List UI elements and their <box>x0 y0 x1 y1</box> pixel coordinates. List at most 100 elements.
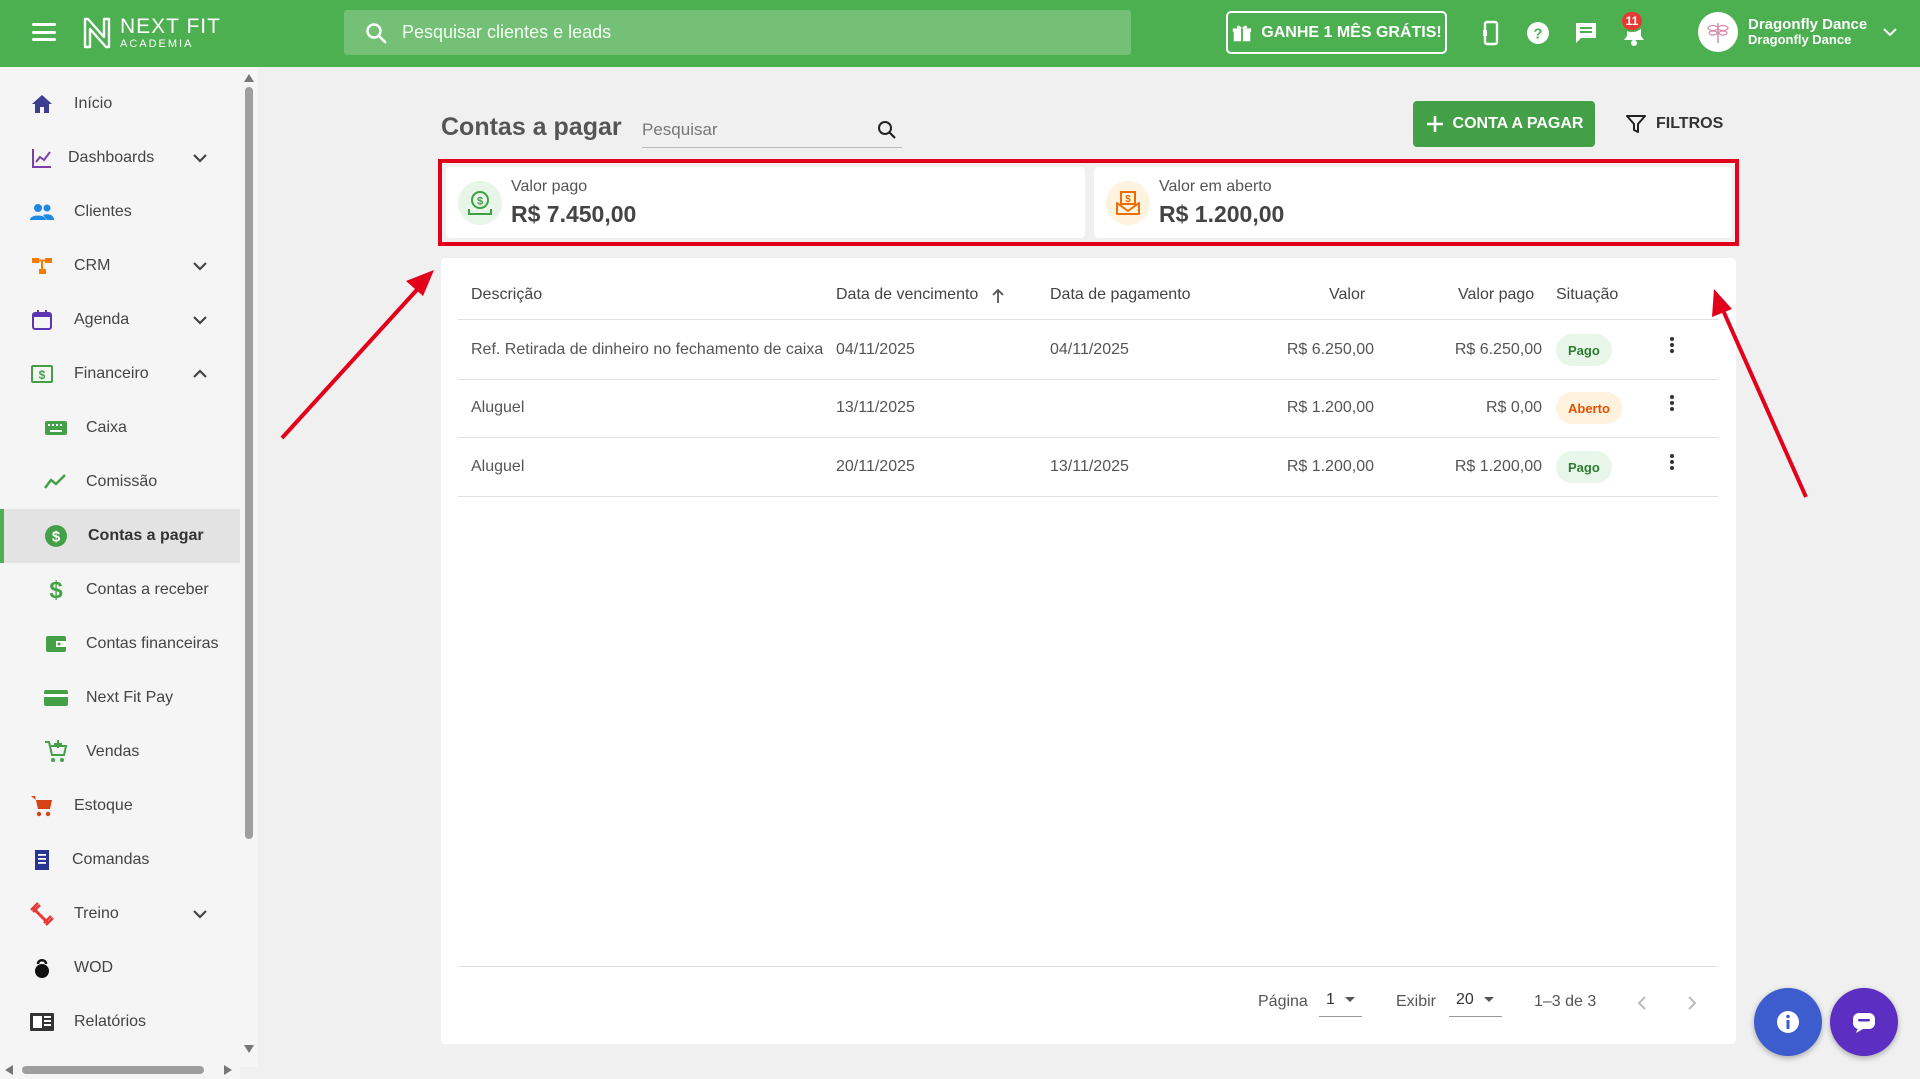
sidebar: Início Dashboards Clientes CRM Agenda $ … <box>0 67 240 1079</box>
page-search[interactable] <box>642 112 902 148</box>
show-label: Exibir <box>1396 993 1437 1010</box>
global-search[interactable] <box>344 10 1131 55</box>
chevron-left-icon[interactable] <box>1634 994 1650 1012</box>
search-icon[interactable] <box>876 119 898 141</box>
sidebar-item-label: CRM <box>74 257 111 274</box>
header-vencimento[interactable]: Data de vencimento <box>836 286 978 304</box>
sidebar-item-estoque[interactable]: Estoque <box>0 779 240 833</box>
cell-descricao: Ref. Retirada de dinheiro no fechamento … <box>471 341 824 358</box>
report-icon <box>28 1008 56 1036</box>
cell-valor-pago: R$ 1.200,00 <box>1454 458 1542 475</box>
info-fab[interactable] <box>1754 988 1822 1056</box>
logo[interactable]: NEXT FIT ACADEMIA <box>82 16 221 50</box>
header-valor[interactable]: Valor <box>1329 286 1365 304</box>
bills-table: Descrição Data de vencimento Data de pag… <box>441 258 1736 1044</box>
sidebar-item-label: Treino <box>74 905 119 922</box>
info-icon <box>1777 1011 1799 1033</box>
row-divider <box>458 379 1718 380</box>
sidebar-item-label: Caixa <box>86 419 127 436</box>
sidebar-item-next-fit-pay[interactable]: Next Fit Pay <box>0 671 240 725</box>
cell-pagamento: 13/11/2025 <box>1050 458 1129 475</box>
sidebar-item-clientes[interactable]: Clientes <box>0 185 240 239</box>
cell-pagamento: 04/11/2025 <box>1050 341 1129 358</box>
header-valor-pago[interactable]: Valor pago <box>1458 286 1534 304</box>
page-select[interactable]: 1 <box>1319 983 1362 1017</box>
promo-button[interactable]: GANHE 1 MÊS GRÁTIS! <box>1226 11 1447 54</box>
sidebar-scrollbar[interactable] <box>240 67 258 1067</box>
cell-vencimento: 04/11/2025 <box>836 341 915 358</box>
sidebar-item-wod[interactable]: WOD <box>0 941 240 995</box>
chevron-right-icon[interactable] <box>1684 994 1700 1012</box>
sidebar-item-contas-a-receber[interactable]: $ Contas a receber <box>0 563 240 617</box>
logo-sub: ACADEMIA <box>120 38 194 50</box>
chat-icon[interactable] <box>1571 18 1601 48</box>
page-label: Página <box>1258 993 1308 1010</box>
cell-descricao: Aluguel <box>471 458 525 475</box>
gift-icon <box>1233 25 1252 41</box>
status-badge: Aberto <box>1556 392 1622 424</box>
sidebar-item-contas-financeiras[interactable]: Contas financeiras <box>0 617 240 671</box>
page-size-value: 20 <box>1456 990 1474 1008</box>
trend-icon <box>42 468 70 496</box>
cart-icon <box>28 792 56 820</box>
top-bar: NEXT FIT ACADEMIA GANHE 1 MÊS GRÁTIS! ? … <box>0 0 1920 67</box>
header-situacao[interactable]: Situação <box>1556 286 1618 304</box>
cell-vencimento: 20/11/2025 <box>836 458 915 475</box>
sidebar-item-agenda[interactable]: Agenda <box>0 293 240 347</box>
sidebar-item-label: Agenda <box>74 311 130 328</box>
menu-icon[interactable] <box>30 20 58 44</box>
credit-card-icon <box>42 684 70 712</box>
sidebar-item-treino[interactable]: Treino <box>0 887 240 941</box>
sidebar-horizontal-scrollbar[interactable] <box>0 1060 240 1079</box>
sidebar-item-caixa[interactable]: Caixa <box>0 401 240 455</box>
sidebar-item-dashboards[interactable]: Dashboards <box>0 131 240 185</box>
sidebar-item-relatorios[interactable]: Relatórios <box>0 995 240 1049</box>
sidebar-item-label: Início <box>74 95 113 112</box>
chat-fab[interactable] <box>1830 988 1898 1056</box>
user-menu[interactable]: Dragonfly Dance Dragonfly Dance <box>1698 12 1899 52</box>
sidebar-item-crm[interactable]: CRM <box>0 239 240 293</box>
header-descricao[interactable]: Descrição <box>471 286 542 304</box>
wallet-icon <box>42 630 70 658</box>
dropdown-arrow-icon <box>1344 997 1355 1002</box>
scroll-down-icon[interactable] <box>244 1045 254 1053</box>
sidebar-item-comissao[interactable]: Comissão <box>0 455 240 509</box>
filter-button[interactable]: FILTROS <box>1624 106 1723 142</box>
scrollbar-thumb[interactable] <box>245 87 253 839</box>
header-divider <box>458 319 1718 320</box>
page-select-value: 1 <box>1326 990 1335 1008</box>
add-bill-label: CONTA A PAGAR <box>1452 115 1584 132</box>
sidebar-item-contas-a-pagar[interactable]: $ Contas a pagar <box>0 509 240 563</box>
sort-arrow-up-icon[interactable] <box>990 287 1006 305</box>
sidebar-item-inicio[interactable]: Início <box>0 77 240 131</box>
scroll-up-icon[interactable] <box>244 74 254 82</box>
sidebar-item-vendas[interactable]: Vendas <box>0 725 240 779</box>
scroll-right-icon[interactable] <box>224 1065 232 1075</box>
help-icon[interactable]: ? <box>1523 18 1553 48</box>
money-icon: $ <box>28 360 56 388</box>
scrollbar-thumb[interactable] <box>22 1066 204 1074</box>
header-pagamento[interactable]: Data de pagamento <box>1050 286 1191 304</box>
add-bill-button[interactable]: CONTA A PAGAR <box>1413 101 1595 147</box>
page-size-select[interactable]: 20 <box>1449 983 1502 1017</box>
chart-line-icon <box>28 144 56 172</box>
page-search-input[interactable] <box>642 119 862 140</box>
scroll-left-icon[interactable] <box>5 1065 13 1075</box>
chevron-down-icon <box>193 910 207 919</box>
filter-icon <box>1626 115 1646 133</box>
calendar-icon <box>28 306 56 334</box>
status-badge: Pago <box>1556 451 1612 483</box>
dumbbell-icon <box>28 900 56 928</box>
sidebar-item-comandas[interactable]: Comandas <box>0 833 240 887</box>
sidebar-item-financeiro[interactable]: $ Financeiro <box>0 347 240 401</box>
people-icon <box>28 198 56 226</box>
notification-badge: 11 <box>1620 10 1644 32</box>
cell-vencimento: 13/11/2025 <box>836 399 915 416</box>
mobile-icon[interactable] <box>1476 18 1506 48</box>
more-vert-icon[interactable] <box>1660 333 1684 357</box>
more-vert-icon[interactable] <box>1660 450 1684 474</box>
more-vert-icon[interactable] <box>1660 391 1684 415</box>
cell-valor: R$ 6.250,00 <box>1286 341 1374 358</box>
svg-text:?: ? <box>1533 26 1542 43</box>
global-search-input[interactable] <box>402 22 1002 43</box>
